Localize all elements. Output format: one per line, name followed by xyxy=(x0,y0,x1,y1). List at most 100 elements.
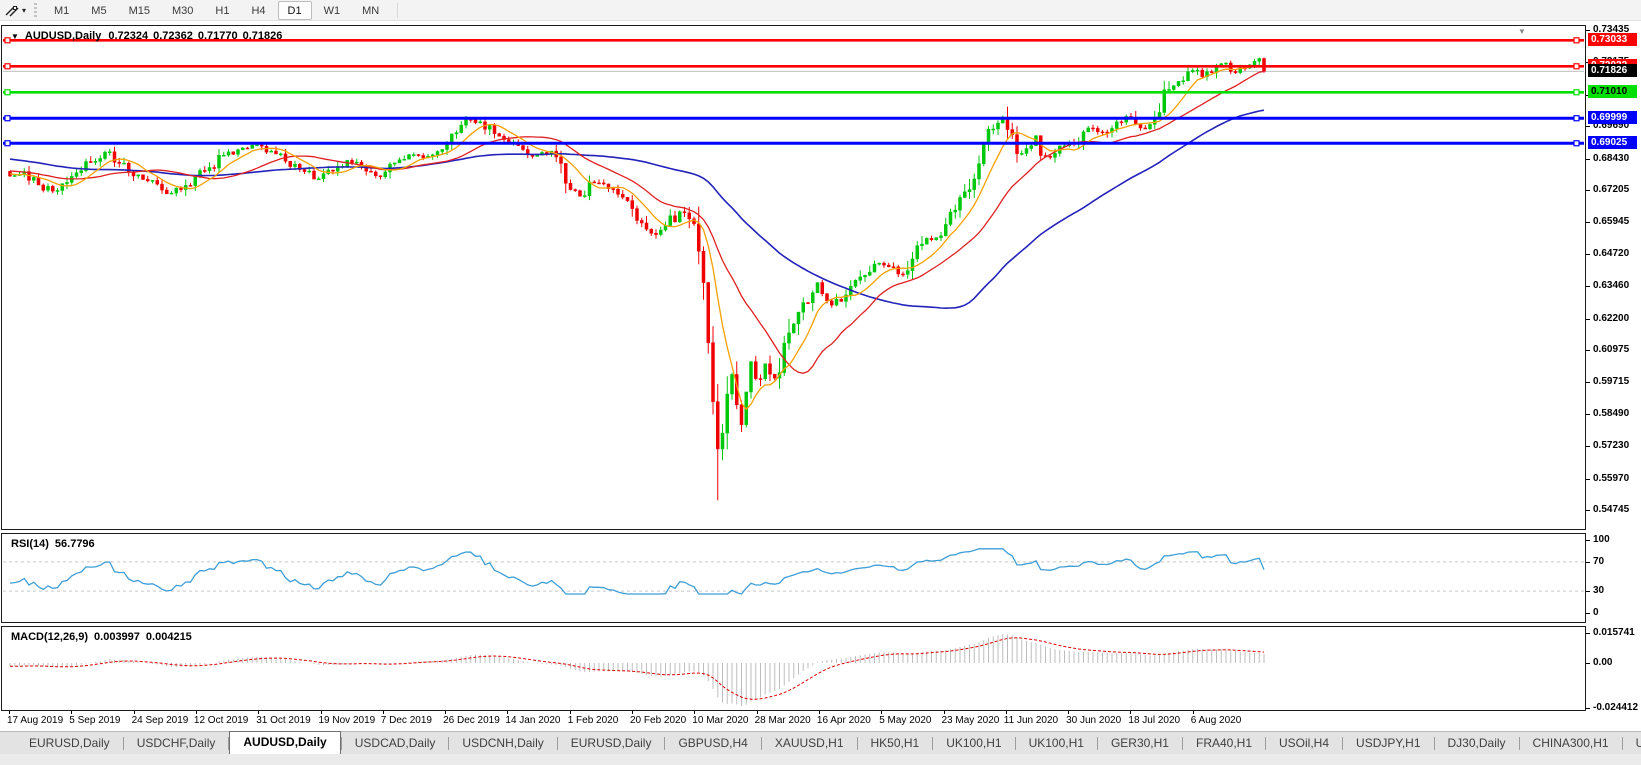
ohlc-close: 0.71826 xyxy=(243,30,283,42)
macd-tick-mark xyxy=(1586,663,1590,664)
macd-tick-mark xyxy=(1586,633,1590,634)
tab-xauusd-h1[interactable]: XAUUSD,H1 xyxy=(762,733,857,754)
macd-tick-label: 0.015741 xyxy=(1593,627,1635,638)
date-tick-label: 18 Jul 2020 xyxy=(1128,715,1180,726)
price-tick-mark xyxy=(1586,479,1590,480)
date-tick-mark xyxy=(1193,711,1194,714)
price-tick-mark xyxy=(1586,222,1590,223)
date-tick-mark xyxy=(445,711,446,714)
trendline-cursor-icon xyxy=(5,3,20,17)
timeframe-button-m15[interactable]: M15 xyxy=(119,1,160,20)
date-tick-label: 31 Oct 2019 xyxy=(256,715,310,726)
date-tick-mark xyxy=(881,711,882,714)
macd-chart[interactable] xyxy=(2,627,1585,710)
date-tick-label: 10 Mar 2020 xyxy=(692,715,748,726)
timeframe-button-h4[interactable]: H4 xyxy=(241,1,275,20)
rsi-tick-mark xyxy=(1586,562,1590,563)
tab-usdchf-daily[interactable]: USDCHF,Daily xyxy=(124,733,229,754)
price-axis[interactable]: 0.734350.721750.709150.696900.684300.672… xyxy=(1586,25,1641,712)
tab-china300-h1[interactable]: CHINA300,H1 xyxy=(1520,733,1622,754)
tab-uk100-h1[interactable]: UK100,H1 xyxy=(933,733,1014,754)
macd-indicator-panel[interactable]: MACD(12,26,9) 0.003997 0.004215 xyxy=(1,626,1586,711)
tab-audusd-daily[interactable]: AUDUSD,Daily xyxy=(229,731,340,754)
tab-fra40-h1[interactable]: FRA40,H1 xyxy=(1183,733,1265,754)
price-tick-mark xyxy=(1586,254,1590,255)
price-level-badge: 0.73033 xyxy=(1588,33,1637,46)
timeframe-toolbar: ▾ M1M5M15M30H1H4D1W1MN xyxy=(0,0,1641,21)
macd-tick-mark xyxy=(1586,708,1590,709)
tab-usdcnh-daily[interactable]: USDCNH,Daily xyxy=(449,733,556,754)
macd-tick-label: -0.024412 xyxy=(1593,702,1638,713)
current-price-badge: 0.71826 xyxy=(1588,64,1637,77)
date-tick-label: 11 Jun 2020 xyxy=(1004,715,1058,726)
timeframe-button-h1[interactable]: H1 xyxy=(205,1,239,20)
price-tick-label: 0.67205 xyxy=(1593,184,1629,195)
date-tick-mark xyxy=(9,711,10,714)
timeframe-button-m1[interactable]: M1 xyxy=(44,1,79,20)
timeframe-button-d1[interactable]: D1 xyxy=(278,1,312,20)
symbol-dropdown-caret-icon[interactable]: ▼ xyxy=(11,32,19,41)
tab-dj30-daily[interactable]: DJ30,Daily xyxy=(1435,733,1519,754)
date-tick-mark xyxy=(632,711,633,714)
date-tick-mark xyxy=(1006,711,1007,714)
candlestick-chart[interactable] xyxy=(2,26,1585,529)
price-level-badge: 0.69025 xyxy=(1588,136,1637,149)
tab-uk100-h1[interactable]: UK100,H1 xyxy=(1016,733,1097,754)
tool-dropdown-caret-icon[interactable]: ▾ xyxy=(22,6,26,15)
ohlc-low: 0.71770 xyxy=(198,30,238,42)
macd-signal-value: 0.004215 xyxy=(146,631,192,643)
rsi-chart[interactable] xyxy=(2,534,1585,622)
chart-shift-marker-icon[interactable]: ▼ xyxy=(1518,27,1526,36)
date-tick-label: 16 Apr 2020 xyxy=(817,715,871,726)
date-tick-mark xyxy=(570,711,571,714)
date-tick-label: 1 Feb 2020 xyxy=(568,715,619,726)
date-tick-label: 23 May 2020 xyxy=(942,715,1000,726)
price-tick-mark xyxy=(1586,126,1590,127)
macd-label: MACD(12,26,9) 0.003997 0.004215 xyxy=(11,631,192,643)
date-tick-mark xyxy=(71,711,72,714)
date-axis[interactable]: 17 Aug 20195 Sep 201924 Sep 201912 Oct 2… xyxy=(1,711,1586,731)
price-tick-mark xyxy=(1586,510,1590,511)
date-tick-label: 5 May 2020 xyxy=(879,715,931,726)
tab-usoil-h4[interactable]: USOil,H4 xyxy=(1266,733,1342,754)
trendline-tool-button[interactable]: ▾ xyxy=(0,0,32,20)
date-tick-label: 6 Aug 2020 xyxy=(1191,715,1242,726)
date-tick-label: 7 Dec 2019 xyxy=(381,715,432,726)
toolbar-separator xyxy=(397,3,398,18)
timeframe-button-m5[interactable]: M5 xyxy=(81,1,116,20)
price-tick-mark xyxy=(1586,319,1590,320)
tab-usdcad-daily[interactable]: USDCAD,Daily xyxy=(342,733,449,754)
date-tick-label: 30 Jun 2020 xyxy=(1066,715,1121,726)
tab-gbpusd-h4[interactable]: GBPUSD,H4 xyxy=(665,733,760,754)
rsi-tick-label: 30 xyxy=(1593,585,1604,596)
chart-symbol-label: AUDUSD,Daily xyxy=(25,30,101,42)
date-tick-mark xyxy=(196,711,197,714)
tab-eurusd-daily[interactable]: EURUSD,Daily xyxy=(558,733,665,754)
date-tick-label: 28 Mar 2020 xyxy=(755,715,811,726)
price-tick-label: 0.65945 xyxy=(1593,216,1629,227)
price-tick-label: 0.59715 xyxy=(1593,376,1629,387)
main-chart-panel[interactable]: ▼ AUDUSD,Daily 0.72324 0.72362 0.71770 0… xyxy=(1,25,1586,530)
tab-hk50-h1[interactable]: HK50,H1 xyxy=(858,733,933,754)
tab-eurusd-daily[interactable]: EURUSD,Daily xyxy=(16,733,123,754)
date-tick-mark xyxy=(383,711,384,714)
date-tick-mark xyxy=(757,711,758,714)
ohlc-high: 0.72362 xyxy=(153,30,193,42)
rsi-tick-mark xyxy=(1586,613,1590,614)
tab-ger30-h1[interactable]: GER30,H1 xyxy=(1098,733,1182,754)
toolbar-grip-handle[interactable] xyxy=(34,3,37,17)
date-tick-mark xyxy=(694,711,695,714)
date-tick-label: 12 Oct 2019 xyxy=(194,715,248,726)
timeframe-button-m30[interactable]: M30 xyxy=(162,1,203,20)
tab-usoil-h1[interactable]: USOil,H1 xyxy=(1623,733,1641,754)
price-tick-label: 0.63460 xyxy=(1593,280,1629,291)
date-tick-label: 26 Dec 2019 xyxy=(443,715,500,726)
rsi-tick-label: 100 xyxy=(1593,534,1610,545)
price-tick-label: 0.57230 xyxy=(1593,440,1629,451)
timeframe-button-mn[interactable]: MN xyxy=(352,1,389,20)
price-tick-label: 0.58490 xyxy=(1593,408,1629,419)
macd-name: MACD(12,26,9) xyxy=(11,631,88,643)
tab-usdjpy-h1[interactable]: USDJPY,H1 xyxy=(1343,733,1433,754)
rsi-indicator-panel[interactable]: RSI(14) 56.7796 xyxy=(1,533,1586,623)
timeframe-button-w1[interactable]: W1 xyxy=(314,1,351,20)
